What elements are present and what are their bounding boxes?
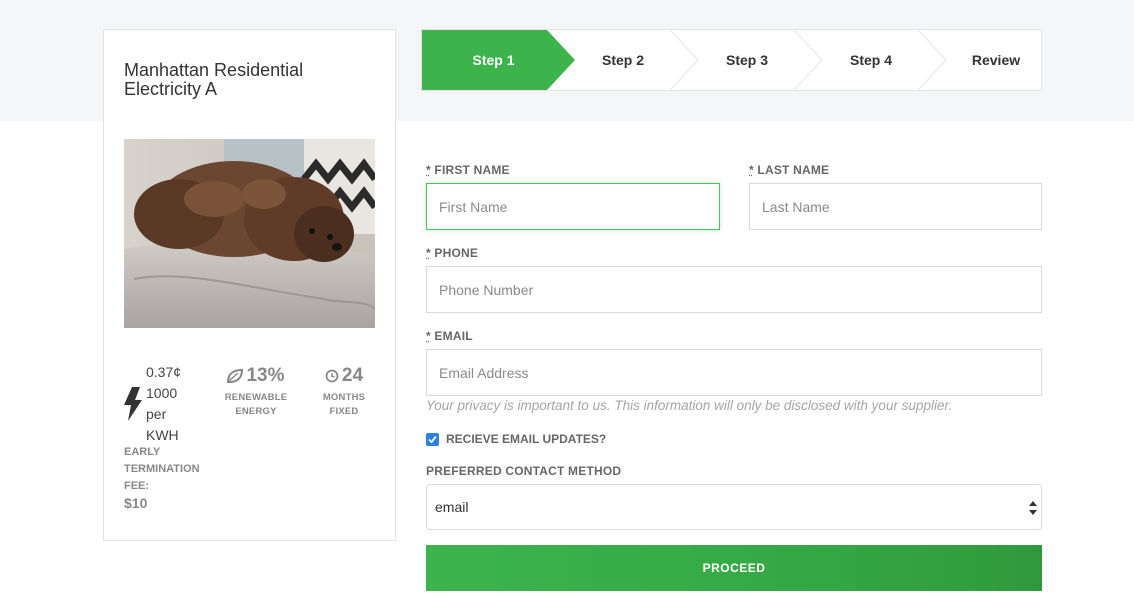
email-updates-label[interactable]: RECIEVE EMAIL UPDATES?: [446, 432, 606, 446]
months-label: MONTHS: [322, 392, 366, 403]
first-name-label-text: FIRST NAME: [434, 163, 510, 177]
last-name-input[interactable]: [749, 183, 1042, 230]
etf-label-line: FEE:: [124, 480, 150, 492]
plan-stats: 0.37¢ 1000 per KWH EARLY TERMINATION FEE…: [124, 362, 384, 522]
step-1-tab[interactable]: Step 1: [422, 30, 565, 90]
price-unit: KWH: [146, 427, 179, 443]
last-name-label: * LAST NAME: [749, 163, 829, 177]
price-value: 0.37¢: [146, 364, 182, 380]
price-per: per: [146, 406, 167, 422]
step-4-tab[interactable]: Step 4: [813, 30, 929, 90]
etf-label-line: EARLY: [124, 446, 161, 458]
email-label: * EMAIL: [426, 329, 473, 343]
renewable-value: 13%: [246, 365, 285, 386]
step-2-tab[interactable]: Step 2: [565, 30, 681, 90]
phone-label-text: PHONE: [434, 246, 479, 260]
renewable-label: ENERGY: [235, 406, 277, 417]
contact-method-label: PREFERRED CONTACT METHOD: [426, 464, 622, 478]
first-name-input[interactable]: [426, 183, 720, 230]
phone-input[interactable]: [426, 266, 1042, 313]
leaf-icon: [227, 369, 244, 383]
checkmark-icon: [428, 435, 437, 444]
contact-method-value: email: [435, 499, 469, 515]
select-arrows-icon: [1029, 501, 1037, 515]
email-input[interactable]: [426, 349, 1042, 396]
months-label: FIXED: [329, 406, 359, 417]
price-rate: 0.37¢ 1000 per KWH: [146, 362, 206, 446]
proceed-button[interactable]: PROCEED: [426, 545, 1042, 591]
privacy-note: Your privacy is important to us. This in…: [426, 398, 953, 413]
contact-method-select[interactable]: email: [426, 484, 1042, 530]
early-termination-label: EARLY TERMINATION FEE:: [124, 444, 214, 495]
plan-title: Manhattan Residential Electricity A: [124, 60, 304, 99]
step-progress-bar: Step 1 Step 2 Step 3 Step 4 Review: [421, 29, 1042, 91]
months-stat: 24 MONTHS FIXED: [309, 365, 379, 419]
required-marker: *: [749, 163, 754, 177]
etf-label-line: TERMINATION: [124, 463, 200, 475]
required-marker: *: [426, 246, 431, 260]
last-name-label-text: LAST NAME: [757, 163, 830, 177]
clock-icon: [325, 369, 339, 383]
price-quantity: 1000: [146, 385, 178, 401]
email-updates-checkbox[interactable]: [426, 433, 439, 446]
review-tab[interactable]: Review: [938, 30, 1054, 90]
renewable-stat: 13% RENEWABLE ENERGY: [216, 365, 296, 419]
lightning-bolt-icon: [124, 387, 142, 421]
email-label-text: EMAIL: [434, 329, 473, 343]
required-marker: *: [426, 163, 431, 177]
phone-label: * PHONE: [426, 246, 478, 260]
months-value: 24: [341, 365, 364, 386]
plan-photo: [124, 139, 375, 328]
plan-card: Manhattan Residential Electricity A 0.37…: [103, 29, 396, 541]
renewable-label: RENEWABLE: [224, 392, 288, 403]
step-3-tab[interactable]: Step 3: [689, 30, 805, 90]
required-marker: *: [426, 329, 431, 343]
first-name-label: * FIRST NAME: [426, 163, 510, 177]
early-termination-fee: $10: [124, 495, 148, 511]
